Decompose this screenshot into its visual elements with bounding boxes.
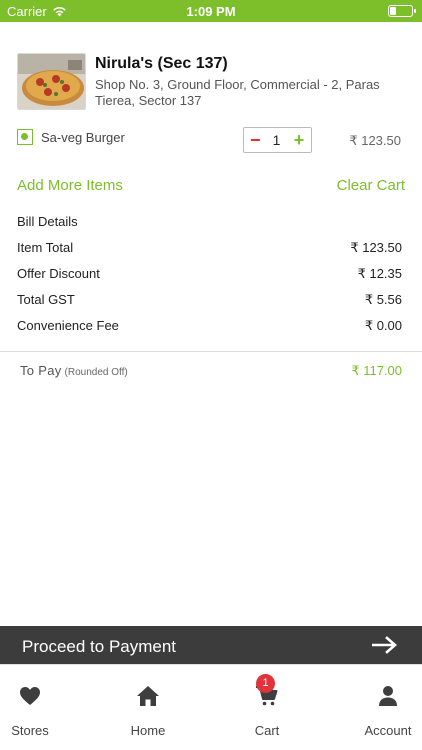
bill-divider: [0, 351, 422, 352]
quantity-stepper: − 1 +: [243, 127, 312, 153]
cart-screen: Carrier 1:09 PM Nirula's (Sec 137) Shop …: [0, 0, 422, 750]
arrow-right-icon: [372, 636, 397, 654]
cart-item-price: ₹ 123.50: [349, 133, 401, 148]
bill-row-convenience-fee: Convenience Fee ₹ 0.00: [17, 318, 402, 336]
bill-row-value: ₹ 123.50: [350, 240, 402, 255]
status-time: 1:09 PM: [186, 4, 236, 19]
cart-item-name: Sa-veg Burger: [41, 130, 125, 145]
bill-row-value: ₹ 12.35: [357, 266, 402, 281]
clear-cart-link[interactable]: Clear Cart: [337, 177, 405, 194]
decrease-quantity-button[interactable]: −: [250, 131, 261, 149]
rounded-off-note: (Rounded Off): [64, 367, 128, 378]
bill-row-value: ₹ 5.56: [364, 292, 402, 307]
quantity-value: 1: [272, 132, 281, 148]
bill-row-value: ₹ 0.00: [364, 318, 402, 333]
bill-details-heading: Bill Details: [17, 214, 78, 229]
restaurant-thumbnail: [17, 53, 86, 110]
restaurant-name: Nirula's (Sec 137): [95, 55, 228, 72]
tab-stores[interactable]: Stores: [0, 665, 75, 750]
bill-row-label: Offer Discount: [17, 266, 100, 281]
status-bar: Carrier 1:09 PM: [0, 0, 422, 22]
increase-quantity-button[interactable]: +: [293, 131, 305, 149]
add-more-items-link[interactable]: Add More Items: [17, 177, 123, 194]
veg-indicator-icon: [17, 129, 33, 145]
tab-home[interactable]: Home: [103, 665, 193, 750]
cart-count-badge: 1: [256, 674, 275, 693]
bill-row-item-total: Item Total ₹ 123.50: [17, 240, 402, 258]
user-icon: [379, 686, 397, 706]
proceed-label: Proceed to Payment: [22, 637, 177, 656]
to-pay-text: To Pay: [20, 363, 62, 378]
tab-label: Cart: [254, 723, 280, 738]
bill-row-label: Item Total: [17, 240, 74, 255]
tab-label: Account: [364, 723, 412, 738]
tab-label: Stores: [11, 723, 49, 738]
heart-icon: [20, 687, 40, 705]
bill-row-offer-discount: Offer Discount ₹ 12.35: [17, 266, 402, 284]
bill-row-label: Total GST: [17, 292, 75, 307]
tab-label: Home: [130, 723, 166, 738]
to-pay-value: ₹ 117.00: [351, 363, 402, 378]
bill-row-total-gst: Total GST ₹ 5.56: [17, 292, 402, 310]
home-icon: [137, 686, 159, 706]
battery-level: [390, 7, 396, 15]
battery-icon: [388, 5, 416, 17]
tab-account[interactable]: Account: [343, 665, 422, 750]
to-pay-label: To Pay (Rounded Off): [20, 363, 128, 378]
tab-bar: Stores Home Cart Account: [0, 664, 422, 750]
restaurant-address: Shop No. 3, Ground Floor, Commercial - 2…: [95, 77, 380, 108]
proceed-to-payment-button[interactable]: Proceed to Payment: [0, 626, 422, 664]
bill-row-label: Convenience Fee: [17, 318, 119, 333]
